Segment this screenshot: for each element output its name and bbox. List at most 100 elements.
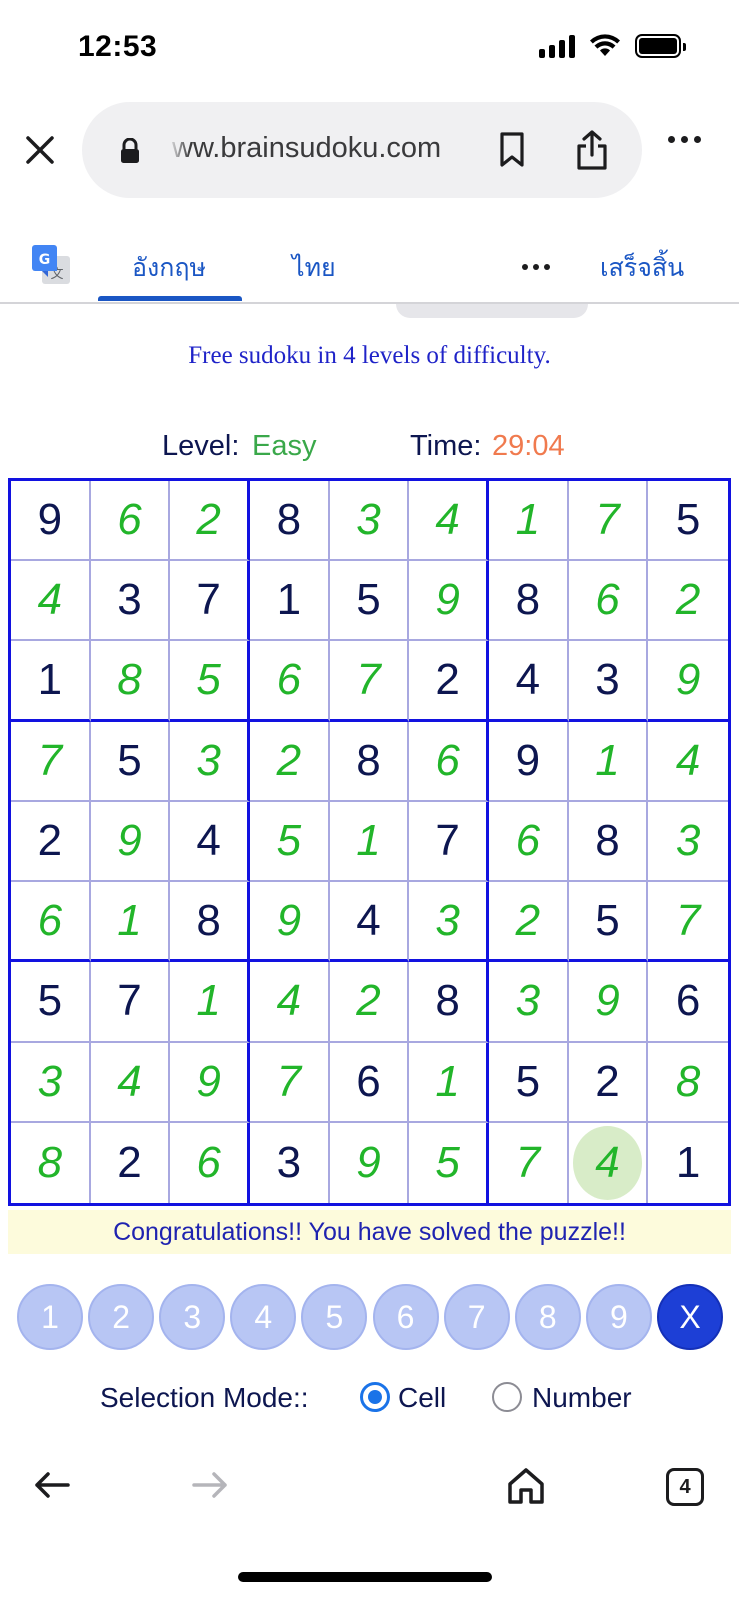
sudoku-cell-r3c8[interactable]: 3	[568, 641, 649, 722]
sudoku-cell-r1c9[interactable]: 5	[648, 481, 728, 562]
radio-cell[interactable]	[360, 1382, 390, 1412]
sudoku-cell-r6c3[interactable]: 8	[170, 882, 250, 963]
key-2[interactable]: 2	[88, 1284, 155, 1350]
sudoku-cell-r6c4[interactable]: 9	[249, 882, 330, 963]
sudoku-cell-r9c9[interactable]: 1	[648, 1123, 728, 1203]
sudoku-cell-r5c8[interactable]: 8	[568, 801, 649, 883]
sudoku-cell-r5c4[interactable]: 5	[249, 801, 330, 883]
translate-more-icon[interactable]	[522, 264, 550, 270]
sudoku-cell-r5c2[interactable]: 9	[90, 801, 171, 883]
sudoku-cell-r3c5[interactable]: 7	[329, 641, 410, 722]
sudoku-cell-r4c6[interactable]: 6	[409, 721, 489, 802]
sudoku-cell-r5c3[interactable]: 4	[170, 801, 250, 883]
sudoku-cell-r4c2[interactable]: 5	[90, 721, 171, 802]
sudoku-cell-r8c5[interactable]: 6	[329, 1042, 410, 1123]
sudoku-cell-r9c8[interactable]: 4	[569, 1122, 649, 1203]
sudoku-cell-r7c8[interactable]: 9	[568, 962, 649, 1043]
sudoku-cell-r1c3[interactable]: 2	[170, 481, 250, 562]
radio-cell-label[interactable]: Cell	[398, 1382, 446, 1414]
tab-target-language[interactable]: ไทย	[292, 248, 336, 288]
sudoku-cell-r7c4[interactable]: 4	[249, 962, 330, 1043]
sudoku-cell-r2c9[interactable]: 2	[648, 561, 728, 642]
sudoku-cell-r1c4[interactable]: 8	[249, 481, 330, 562]
sudoku-cell-r3c6[interactable]: 2	[409, 641, 489, 722]
sudoku-cell-r3c3[interactable]: 5	[170, 641, 250, 722]
sudoku-cell-r9c1[interactable]: 8	[11, 1122, 91, 1203]
sudoku-cell-r7c7[interactable]: 3	[488, 962, 569, 1043]
sudoku-cell-r4c8[interactable]: 1	[568, 721, 649, 802]
sudoku-cell-r1c8[interactable]: 7	[568, 481, 649, 562]
sudoku-cell-r6c8[interactable]: 5	[568, 882, 649, 963]
bookmark-button[interactable]	[492, 130, 532, 170]
sudoku-cell-r2c4[interactable]: 1	[249, 561, 330, 642]
sudoku-cell-r6c1[interactable]: 6	[11, 882, 91, 963]
sudoku-cell-r1c6[interactable]: 4	[409, 481, 489, 562]
radio-number-label[interactable]: Number	[532, 1382, 632, 1414]
sudoku-cell-r7c9[interactable]: 6	[648, 962, 728, 1043]
clear-key[interactable]: X	[656, 1284, 723, 1350]
sudoku-cell-r2c5[interactable]: 5	[329, 561, 410, 642]
forward-button[interactable]	[190, 1470, 230, 1505]
sudoku-cell-r2c3[interactable]: 7	[170, 561, 250, 642]
key-5[interactable]: 5	[301, 1284, 368, 1350]
sudoku-cell-r4c4[interactable]: 2	[249, 721, 330, 802]
sudoku-cell-r6c9[interactable]: 7	[648, 882, 728, 963]
key-1[interactable]: 1	[17, 1284, 83, 1350]
key-3[interactable]: 3	[159, 1284, 226, 1350]
sudoku-cell-r9c7[interactable]: 7	[489, 1122, 569, 1203]
sudoku-cell-r7c5[interactable]: 2	[329, 962, 410, 1043]
radio-number[interactable]	[492, 1382, 522, 1412]
sudoku-cell-r5c1[interactable]: 2	[11, 801, 91, 883]
sudoku-cell-r2c6[interactable]: 9	[409, 561, 489, 642]
home-button[interactable]	[506, 1466, 546, 1511]
close-button[interactable]	[22, 132, 58, 168]
sudoku-cell-r8c8[interactable]: 2	[568, 1042, 649, 1123]
key-7[interactable]: 7	[443, 1284, 510, 1350]
sudoku-cell-r3c2[interactable]: 8	[90, 641, 171, 722]
sudoku-cell-r5c7[interactable]: 6	[488, 801, 569, 883]
sudoku-cell-r9c2[interactable]: 2	[91, 1122, 171, 1203]
sudoku-cell-r2c8[interactable]: 6	[568, 561, 649, 642]
sudoku-cell-r6c7[interactable]: 2	[488, 882, 569, 963]
back-button[interactable]	[32, 1470, 72, 1505]
sudoku-cell-r6c5[interactable]: 4	[329, 882, 410, 963]
sudoku-cell-r2c2[interactable]: 3	[90, 561, 171, 642]
sudoku-cell-r4c3[interactable]: 3	[170, 721, 250, 802]
sudoku-cell-r1c7[interactable]: 1	[488, 481, 569, 562]
sudoku-cell-r7c1[interactable]: 5	[11, 962, 91, 1043]
sudoku-cell-r2c7[interactable]: 8	[488, 561, 569, 642]
sudoku-cell-r9c6[interactable]: 5	[409, 1122, 489, 1203]
key-4[interactable]: 4	[230, 1284, 297, 1350]
sudoku-cell-r8c3[interactable]: 9	[170, 1042, 250, 1123]
share-button[interactable]	[570, 126, 614, 174]
key-6[interactable]: 6	[372, 1284, 439, 1350]
key-9[interactable]: 9	[585, 1284, 652, 1350]
sudoku-cell-r4c9[interactable]: 4	[648, 722, 728, 802]
sudoku-cell-r8c7[interactable]: 5	[488, 1042, 569, 1123]
key-8[interactable]: 8	[514, 1284, 581, 1350]
sudoku-cell-r4c1[interactable]: 7	[11, 721, 91, 802]
sudoku-cell-r6c6[interactable]: 3	[409, 882, 489, 963]
sudoku-cell-r4c5[interactable]: 8	[329, 721, 410, 802]
sudoku-cell-r7c2[interactable]: 7	[90, 962, 171, 1043]
sudoku-cell-r2c1[interactable]: 4	[11, 561, 91, 642]
sudoku-cell-r3c9[interactable]: 9	[648, 641, 728, 722]
sudoku-cell-r8c2[interactable]: 4	[90, 1042, 171, 1123]
sudoku-cell-r7c3[interactable]: 1	[170, 962, 250, 1043]
sudoku-cell-r8c9[interactable]: 8	[648, 1043, 728, 1123]
sudoku-cell-r5c5[interactable]: 1	[329, 801, 410, 883]
sudoku-cell-r5c6[interactable]: 7	[409, 801, 489, 883]
sudoku-cell-r3c7[interactable]: 4	[488, 641, 569, 722]
sudoku-cell-r1c1[interactable]: 9	[11, 481, 91, 562]
sudoku-cell-r3c1[interactable]: 1	[11, 641, 91, 722]
sudoku-cell-r6c2[interactable]: 1	[90, 882, 171, 963]
tab-source-language[interactable]: อังกฤษ	[132, 248, 206, 288]
sudoku-cell-r8c6[interactable]: 1	[409, 1042, 489, 1123]
sudoku-cell-r1c2[interactable]: 6	[90, 481, 171, 562]
address-bar[interactable]: ww.brainsudoku.com	[82, 102, 642, 198]
tabs-button[interactable]: 4	[666, 1468, 704, 1506]
sudoku-cell-r8c1[interactable]: 3	[11, 1042, 91, 1123]
sudoku-cell-r7c6[interactable]: 8	[409, 962, 489, 1043]
more-options-icon[interactable]	[668, 136, 701, 143]
sudoku-cell-r9c4[interactable]: 3	[250, 1122, 330, 1203]
